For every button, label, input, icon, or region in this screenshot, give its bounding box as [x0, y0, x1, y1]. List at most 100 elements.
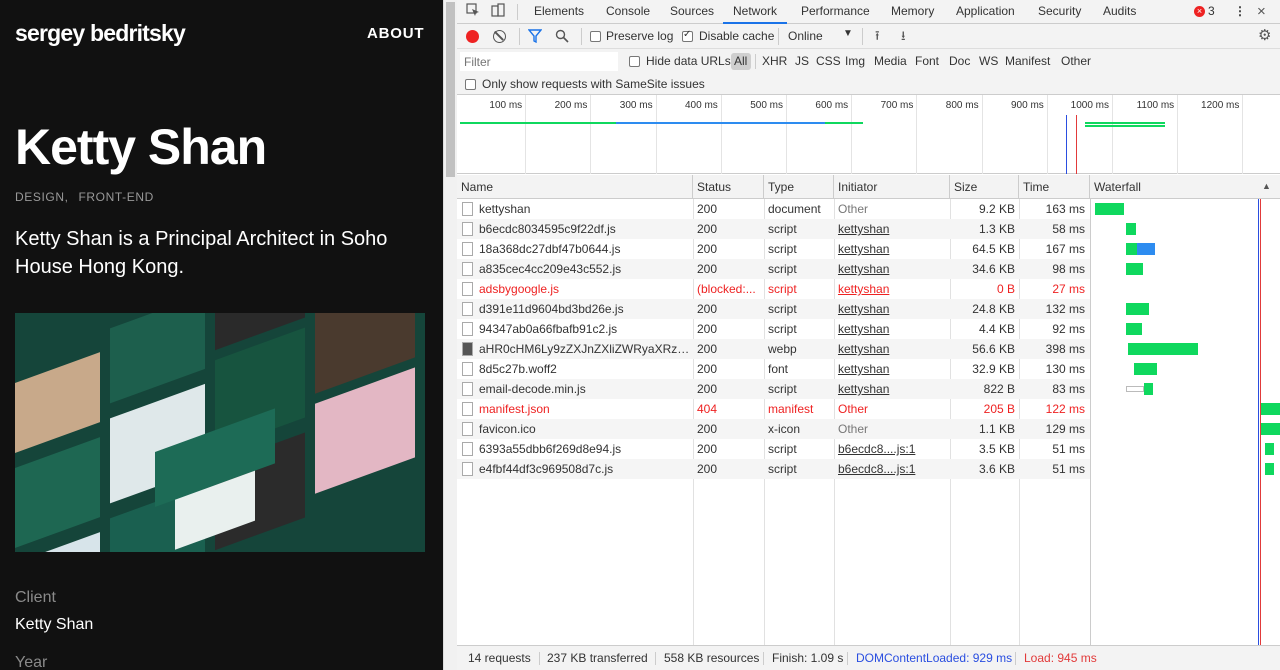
tab-console[interactable]: Console — [606, 0, 650, 24]
cell-initiator[interactable]: kettyshan — [838, 379, 946, 399]
waterfall-bar[interactable] — [1126, 323, 1143, 335]
cell-initiator[interactable]: kettyshan — [838, 259, 946, 279]
table-row[interactable]: e4fbf44df3c969508d7c.js 200 script b6ecdc8.… — [457, 459, 1090, 479]
table-row[interactable]: favicon.ico 200 x-icon Other 1.1 KB 129 ms — [457, 419, 1090, 439]
tab-sources[interactable]: Sources — [670, 0, 714, 24]
tab-elements[interactable]: Elements — [534, 0, 584, 24]
waterfall-bar[interactable] — [1126, 223, 1137, 235]
waterfall-bar[interactable] — [1095, 203, 1124, 215]
waterfall-bar[interactable] — [1264, 443, 1274, 455]
table-row[interactable]: d391e11d9604bd3bd26e.js 200 script kettysha… — [457, 299, 1090, 319]
page-scrollbar-thumb[interactable] — [446, 2, 455, 177]
cell-initiator[interactable]: kettyshan — [838, 239, 946, 259]
throttling-select[interactable]: Online — [788, 29, 823, 43]
col-name[interactable]: Name — [457, 175, 693, 199]
waterfall-bar[interactable] — [1143, 383, 1153, 395]
import-har-icon[interactable]: ⭱ — [875, 27, 880, 49]
inspect-element-icon[interactable] — [465, 3, 481, 19]
col-time[interactable]: Time — [1019, 175, 1090, 199]
table-row[interactable]: aHR0cHM6Ly9zZXJnZXliZWRyaXRza3... 200 webp… — [457, 339, 1090, 359]
table-row[interactable]: 8d5c27b.woff2 200 font kettyshan 32.9 KB 130 … — [457, 359, 1090, 379]
clear-icon[interactable] — [493, 30, 506, 43]
filter-type-js[interactable]: JS — [795, 54, 809, 68]
search-icon[interactable] — [555, 29, 569, 46]
cell-initiator[interactable]: kettyshan — [838, 339, 946, 359]
filter-type-font[interactable]: Font — [915, 54, 939, 68]
table-row[interactable]: manifest.json 404 manifest Other 205 B 122 ms — [457, 399, 1090, 419]
page-scrollbar[interactable] — [443, 0, 457, 670]
site-logo[interactable]: sergey bedritsky — [15, 20, 186, 47]
filter-type-all[interactable]: All — [734, 54, 747, 68]
preserve-log-label[interactable]: Preserve log — [606, 29, 673, 43]
cell-initiator[interactable]: b6ecdc8....js:1 — [838, 459, 946, 479]
waterfall-bar[interactable] — [1126, 303, 1150, 315]
tab-performance[interactable]: Performance — [801, 0, 870, 24]
table-row[interactable]: b6ecdc8034595c9f22df.js 200 script kettysha… — [457, 219, 1090, 239]
filter-input[interactable] — [460, 52, 618, 71]
table-row[interactable]: 18a368dc27dbf47b0644.js 200 script kettysha… — [457, 239, 1090, 259]
col-waterfall[interactable]: Waterfall — [1090, 175, 1280, 199]
client-label: Client — [15, 589, 56, 606]
col-initiator[interactable]: Initiator — [834, 175, 950, 199]
table-row[interactable]: a835cec4cc209e43c552.js 200 script kettysha… — [457, 259, 1090, 279]
error-icon[interactable]: × — [1194, 6, 1205, 17]
waterfall-bar[interactable] — [1264, 463, 1274, 475]
throttling-dropdown-icon[interactable]: ▼ — [843, 28, 853, 39]
disable-cache-label[interactable]: Disable cache — [699, 29, 774, 43]
network-overview-timeline[interactable]: 100 ms 200 ms 300 ms 400 ms 500 ms 600 ms 700 … — [457, 95, 1280, 174]
waterfall-bar[interactable] — [1260, 423, 1280, 435]
disable-cache-checkbox[interactable] — [682, 29, 693, 42]
cell-initiator[interactable]: kettyshan — [838, 299, 946, 319]
table-row[interactable]: 6393a55dbb6f269d8e94.js 200 script b6ecdc8.… — [457, 439, 1090, 459]
filter-type-other[interactable]: Other — [1061, 54, 1091, 68]
cell-initiator[interactable]: kettyshan — [838, 359, 946, 379]
record-icon[interactable] — [466, 30, 479, 43]
filter-type-img[interactable]: Img — [845, 54, 865, 68]
more-menu-icon[interactable]: ⋮ — [1234, 0, 1246, 24]
col-status[interactable]: Status — [693, 175, 764, 199]
waterfall-area[interactable] — [1090, 199, 1280, 645]
overview-tick-label: 700 ms — [880, 100, 914, 111]
waterfall-bar[interactable] — [1128, 343, 1198, 355]
filter-icon[interactable] — [527, 29, 543, 46]
tab-network[interactable]: Network — [723, 0, 788, 24]
waterfall-bar[interactable] — [1126, 263, 1144, 275]
waterfall-bar[interactable] — [1260, 403, 1280, 415]
table-row[interactable]: email-decode.min.js 200 script kettyshan 822… — [457, 379, 1090, 399]
col-type[interactable]: Type — [764, 175, 834, 199]
cell-name: e4fbf44df3c969508d7c.js — [479, 462, 614, 476]
filter-type-doc[interactable]: Doc — [949, 54, 970, 68]
waterfall-bar[interactable] — [1134, 363, 1158, 375]
settings-gear-icon[interactable]: ⚙ — [1258, 26, 1271, 44]
tab-audits[interactable]: Audits — [1103, 0, 1136, 24]
tab-memory[interactable]: Memory — [891, 0, 934, 24]
error-count[interactable]: 3 — [1208, 0, 1215, 24]
export-har-icon[interactable]: ⭳ — [901, 27, 906, 49]
tab-application[interactable]: Application — [956, 0, 1015, 24]
cell-initiator[interactable]: kettyshan — [838, 279, 946, 299]
hide-data-urls-checkbox[interactable] — [629, 56, 640, 67]
close-devtools-icon[interactable]: × — [1257, 0, 1266, 24]
hide-data-urls-label[interactable]: Hide data URLs — [646, 54, 731, 68]
device-toolbar-icon[interactable] — [490, 3, 506, 19]
filter-type-ws[interactable]: WS — [979, 54, 998, 68]
filter-type-xhr[interactable]: XHR — [762, 54, 787, 68]
sort-ascending-icon[interactable]: ▲ — [1262, 181, 1271, 191]
cell-initiator[interactable]: kettyshan — [838, 219, 946, 239]
table-row[interactable]: 94347ab0a66fbafb91c2.js 200 script kettysha… — [457, 319, 1090, 339]
filter-type-manifest[interactable]: Manifest — [1005, 54, 1050, 68]
table-row[interactable]: kettyshan 200 document Other 9.2 KB 163 ms — [457, 199, 1090, 219]
preserve-log-checkbox[interactable] — [590, 31, 601, 42]
nav-about-link[interactable]: ABOUT — [367, 25, 424, 42]
cell-initiator[interactable]: b6ecdc8....js:1 — [838, 439, 946, 459]
samesite-label[interactable]: Only show requests with SameSite issues — [482, 77, 705, 91]
tab-security[interactable]: Security — [1038, 0, 1081, 24]
overview-tick-label: 100 ms — [489, 100, 523, 111]
cell-initiator[interactable]: kettyshan — [838, 319, 946, 339]
cell-time: 130 ms — [1045, 362, 1085, 376]
col-size[interactable]: Size — [950, 175, 1019, 199]
samesite-checkbox[interactable] — [465, 79, 476, 90]
filter-type-media[interactable]: Media — [874, 54, 907, 68]
table-row[interactable]: adsbygoogle.js (blocked:... script kettysha… — [457, 279, 1090, 299]
filter-type-css[interactable]: CSS — [816, 54, 841, 68]
